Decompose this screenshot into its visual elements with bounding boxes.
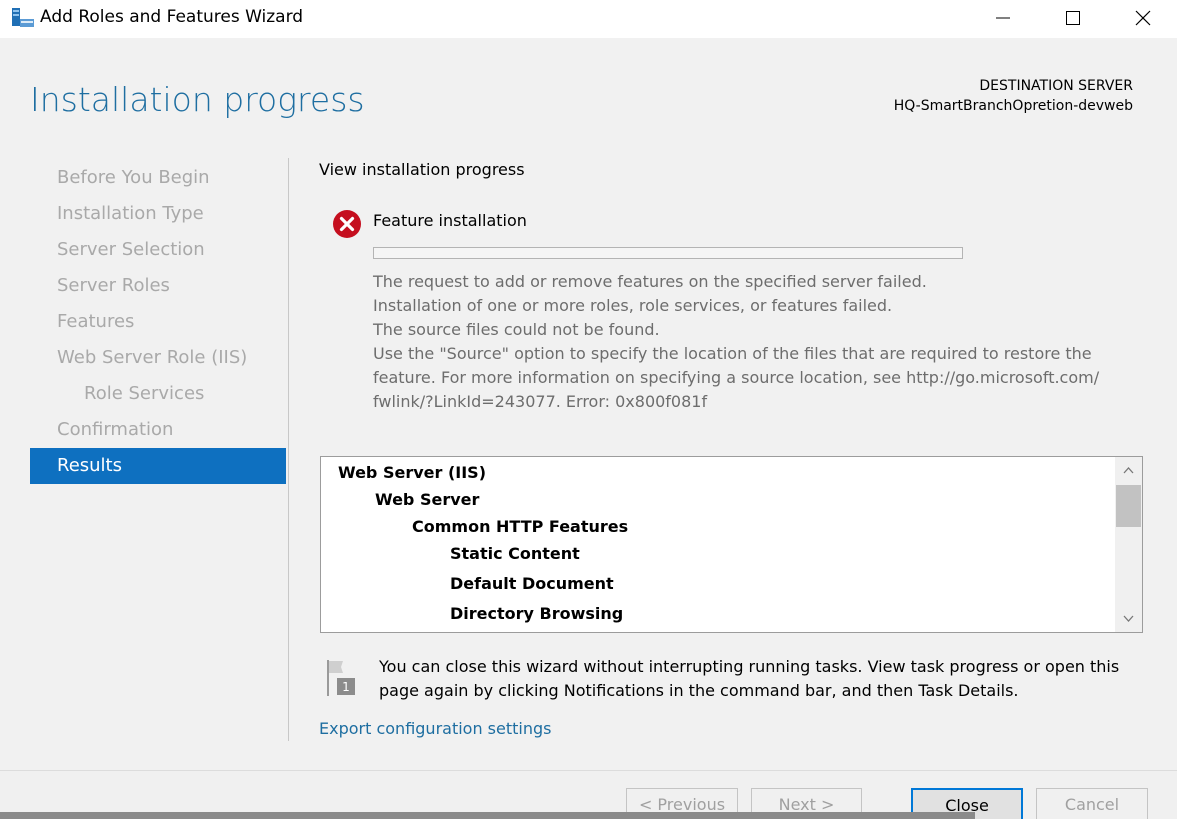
maximize-button[interactable] bbox=[1050, 0, 1096, 36]
error-message-line: feature. For more information on specify… bbox=[373, 368, 1100, 387]
scroll-thumb[interactable] bbox=[1116, 485, 1141, 527]
installation-progress-bar bbox=[373, 247, 963, 259]
error-message: The request to add or remove features on… bbox=[373, 270, 1123, 414]
tree-item-common-http-features: Common HTTP Features bbox=[412, 517, 629, 536]
nav-item-web-server-role: Web Server Role (IIS) bbox=[57, 347, 248, 368]
nav-item-installation-type: Installation Type bbox=[57, 203, 204, 224]
wizard-footer: < Previous Next > Close Cancel bbox=[0, 770, 1177, 819]
feature-installation-title: Feature installation bbox=[373, 211, 527, 230]
error-message-line: The request to add or remove features on… bbox=[373, 272, 927, 291]
nav-item-server-selection: Server Selection bbox=[57, 239, 205, 260]
nav-item-role-services: Role Services bbox=[84, 383, 205, 404]
tree-item-default-document: Default Document bbox=[450, 574, 614, 593]
error-message-line: fwlink/?LinkId=243077. Error: 0x800f081f bbox=[373, 392, 708, 411]
nav-item-confirmation: Confirmation bbox=[57, 419, 174, 440]
wizard-steps-nav: Before You Begin Installation Type Serve… bbox=[30, 160, 286, 484]
export-configuration-link[interactable]: Export configuration settings bbox=[319, 719, 551, 738]
minimize-button[interactable] bbox=[980, 0, 1026, 36]
close-wizard-note: You can close this wizard without interr… bbox=[379, 657, 1120, 700]
notification-flag-icon: 1 bbox=[327, 660, 355, 696]
nav-item-before-you-begin: Before You Begin bbox=[57, 167, 210, 188]
chevron-up-icon bbox=[1123, 467, 1134, 474]
notification-count: 1 bbox=[342, 680, 350, 694]
error-message-line: Installation of one or more roles, role … bbox=[373, 296, 893, 315]
destination-server-label: DESTINATION SERVER bbox=[979, 78, 1133, 94]
page-title: Installation progress bbox=[30, 80, 365, 119]
scroll-down-button[interactable] bbox=[1115, 606, 1142, 632]
error-message-line: The source files could not be found. bbox=[373, 320, 660, 339]
cancel-button[interactable]: Cancel bbox=[1036, 788, 1148, 819]
nav-divider bbox=[288, 158, 289, 741]
tree-item-web-server: Web Server bbox=[375, 490, 480, 509]
error-message-line: Use the "Source" option to specify the l… bbox=[373, 344, 1092, 363]
minimize-icon bbox=[996, 17, 1010, 19]
view-progress-title: View installation progress bbox=[319, 160, 525, 179]
taskbar-strip bbox=[0, 812, 975, 819]
title-bar: Add Roles and Features Wizard bbox=[0, 0, 1177, 38]
installed-features-list[interactable]: Web Server (IIS) Web Server Common HTTP … bbox=[320, 456, 1143, 633]
tree-item-directory-browsing: Directory Browsing bbox=[450, 604, 624, 623]
chevron-down-icon bbox=[1123, 615, 1134, 622]
nav-item-server-roles: Server Roles bbox=[57, 275, 170, 296]
window-title: Add Roles and Features Wizard bbox=[40, 7, 304, 27]
maximize-icon bbox=[1066, 11, 1080, 25]
nav-item-results[interactable]: Results bbox=[30, 448, 286, 484]
scroll-up-button[interactable] bbox=[1115, 457, 1142, 483]
tree-item-web-server-iis: Web Server (IIS) bbox=[338, 463, 487, 482]
destination-server-name: HQ-SmartBranchOpretion-devweb bbox=[893, 98, 1133, 114]
nav-item-features: Features bbox=[57, 311, 135, 332]
close-window-button[interactable] bbox=[1120, 0, 1166, 36]
list-scrollbar[interactable] bbox=[1115, 457, 1142, 632]
close-icon bbox=[1135, 10, 1151, 26]
error-icon bbox=[333, 210, 361, 238]
wizard-body: Installation progress DESTINATION SERVER… bbox=[0, 38, 1177, 770]
server-manager-icon bbox=[12, 8, 34, 27]
tree-item-static-content: Static Content bbox=[450, 544, 580, 563]
